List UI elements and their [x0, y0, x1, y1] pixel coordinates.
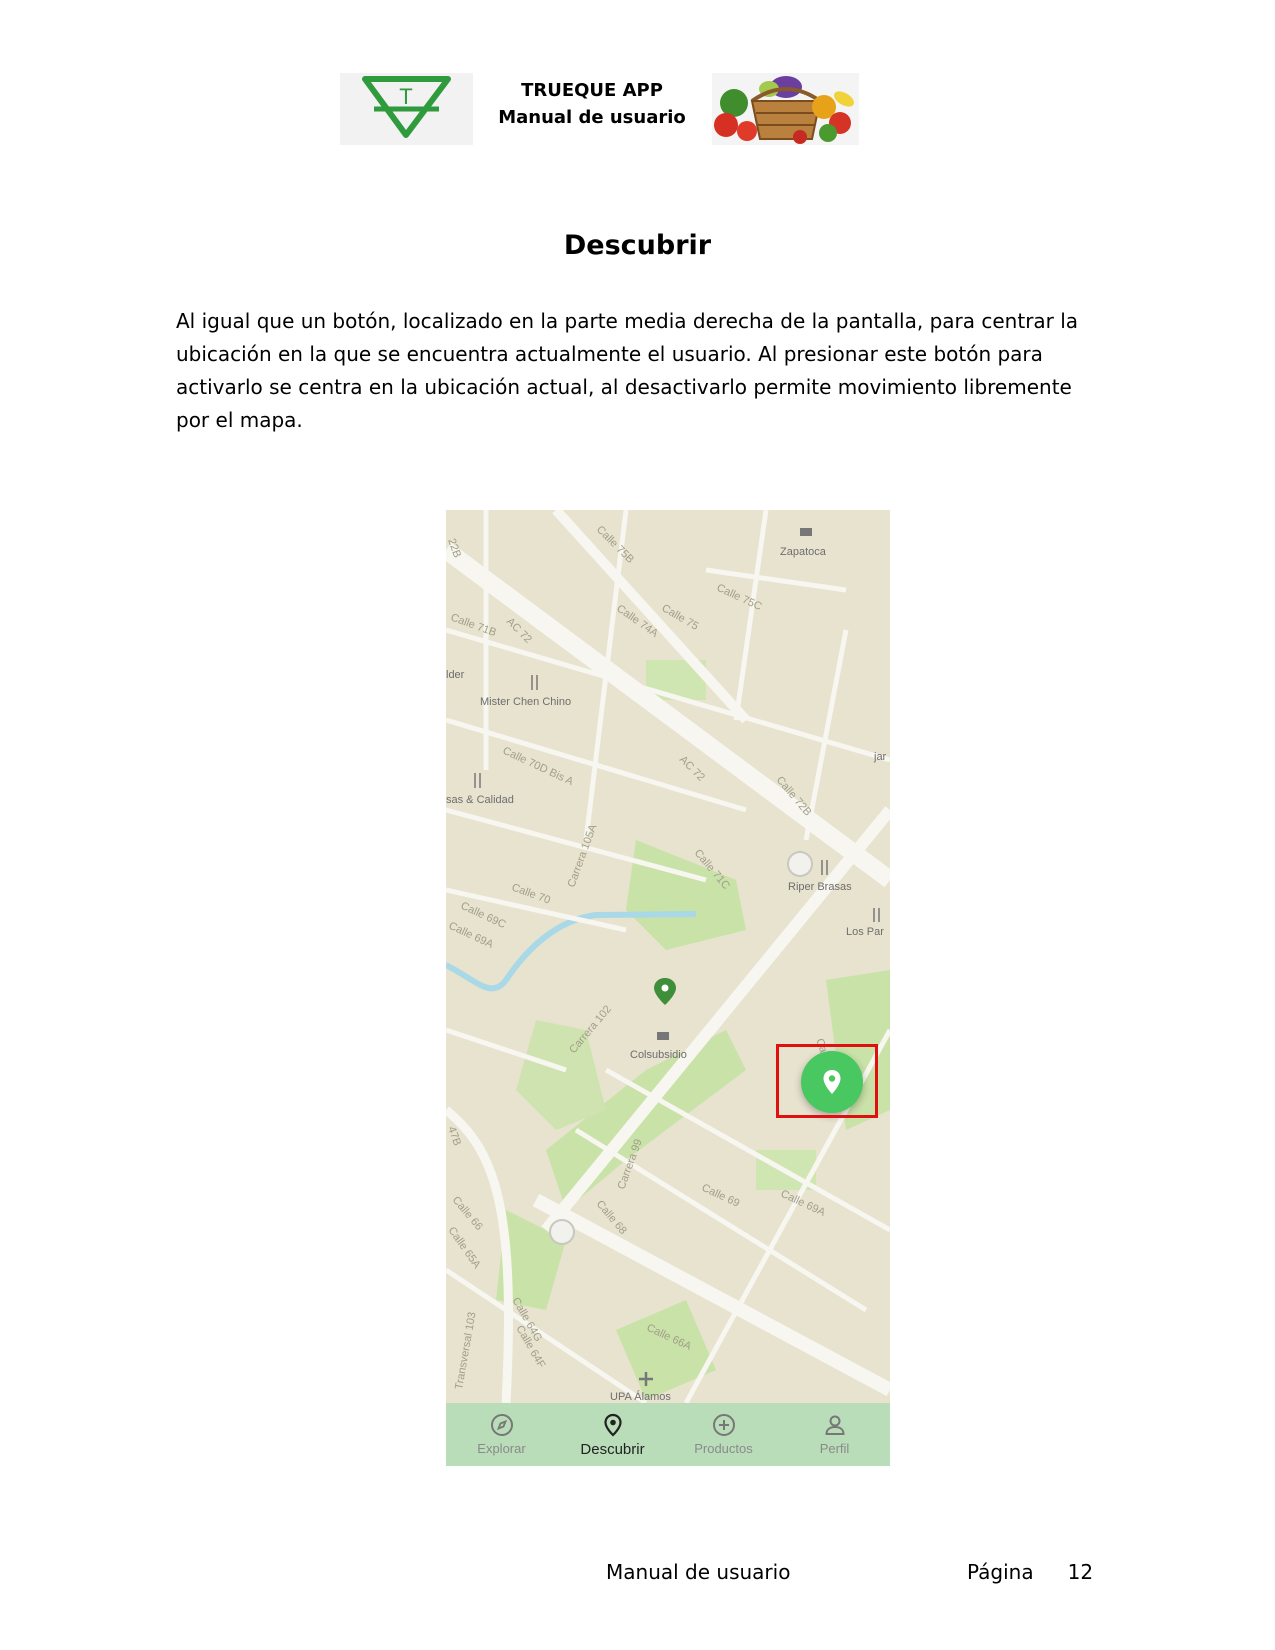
body-paragraph: Al igual que un botón, localizado en la … [176, 309, 1079, 432]
page-label: Página [967, 1560, 1034, 1584]
tab-label: Descubrir [580, 1441, 645, 1458]
location-marker-empty[interactable] [787, 851, 813, 877]
app-name: TRUEQUE APP [521, 80, 663, 101]
poi-label: lder [446, 669, 465, 681]
poi-label: Zapatoca [780, 546, 827, 558]
highlight-box [776, 1044, 878, 1118]
bottom-tab-bar: Explorar Descubrir Productos Perfil [446, 1403, 890, 1466]
tab-descubrir[interactable]: Descubrir [557, 1403, 668, 1466]
poi-label: Riper Brasas [788, 881, 852, 893]
poi-label: UPA Álamos [610, 1390, 671, 1403]
tab-explorar[interactable]: Explorar [446, 1403, 557, 1466]
header-subtitle: Manual de usuario [498, 107, 686, 128]
svg-text:T: T [399, 84, 412, 109]
page-number: 12 [1067, 1560, 1094, 1584]
location-marker-empty[interactable] [549, 1219, 575, 1245]
footer-page-number: Página 12 [967, 1560, 1093, 1584]
user-icon [824, 1415, 845, 1435]
tab-label: Productos [694, 1441, 753, 1456]
footer-manual-label: Manual de usuario [606, 1560, 791, 1584]
map-view[interactable]: Calle 71B AC 72 Calle 74A Calle 75 Calle… [446, 510, 890, 1403]
tab-productos[interactable]: Productos [668, 1403, 779, 1466]
vegetable-basket-image [712, 73, 859, 145]
app-screenshot: Calle 71B AC 72 Calle 74A Calle 75 Calle… [446, 510, 890, 1466]
tab-perfil[interactable]: Perfil [779, 1403, 890, 1466]
tab-label: Explorar [477, 1441, 526, 1456]
header-title: TRUEQUE APP Manual de usuario [492, 77, 692, 131]
tab-label: Perfil [819, 1441, 850, 1456]
map-pin-icon [603, 1413, 622, 1437]
poi-label: Mister Chen Chino [480, 696, 571, 708]
trueque-logo: T [340, 73, 473, 145]
section-title: Descubrir [563, 230, 712, 261]
plus-circle-icon [712, 1414, 735, 1436]
poi-label: Los Par [846, 926, 884, 938]
poi-label: sas & Calidad [446, 794, 514, 806]
compass-icon [490, 1414, 513, 1436]
poi-label: Colsubsidio [630, 1049, 687, 1061]
poi-label: jar [873, 751, 887, 763]
